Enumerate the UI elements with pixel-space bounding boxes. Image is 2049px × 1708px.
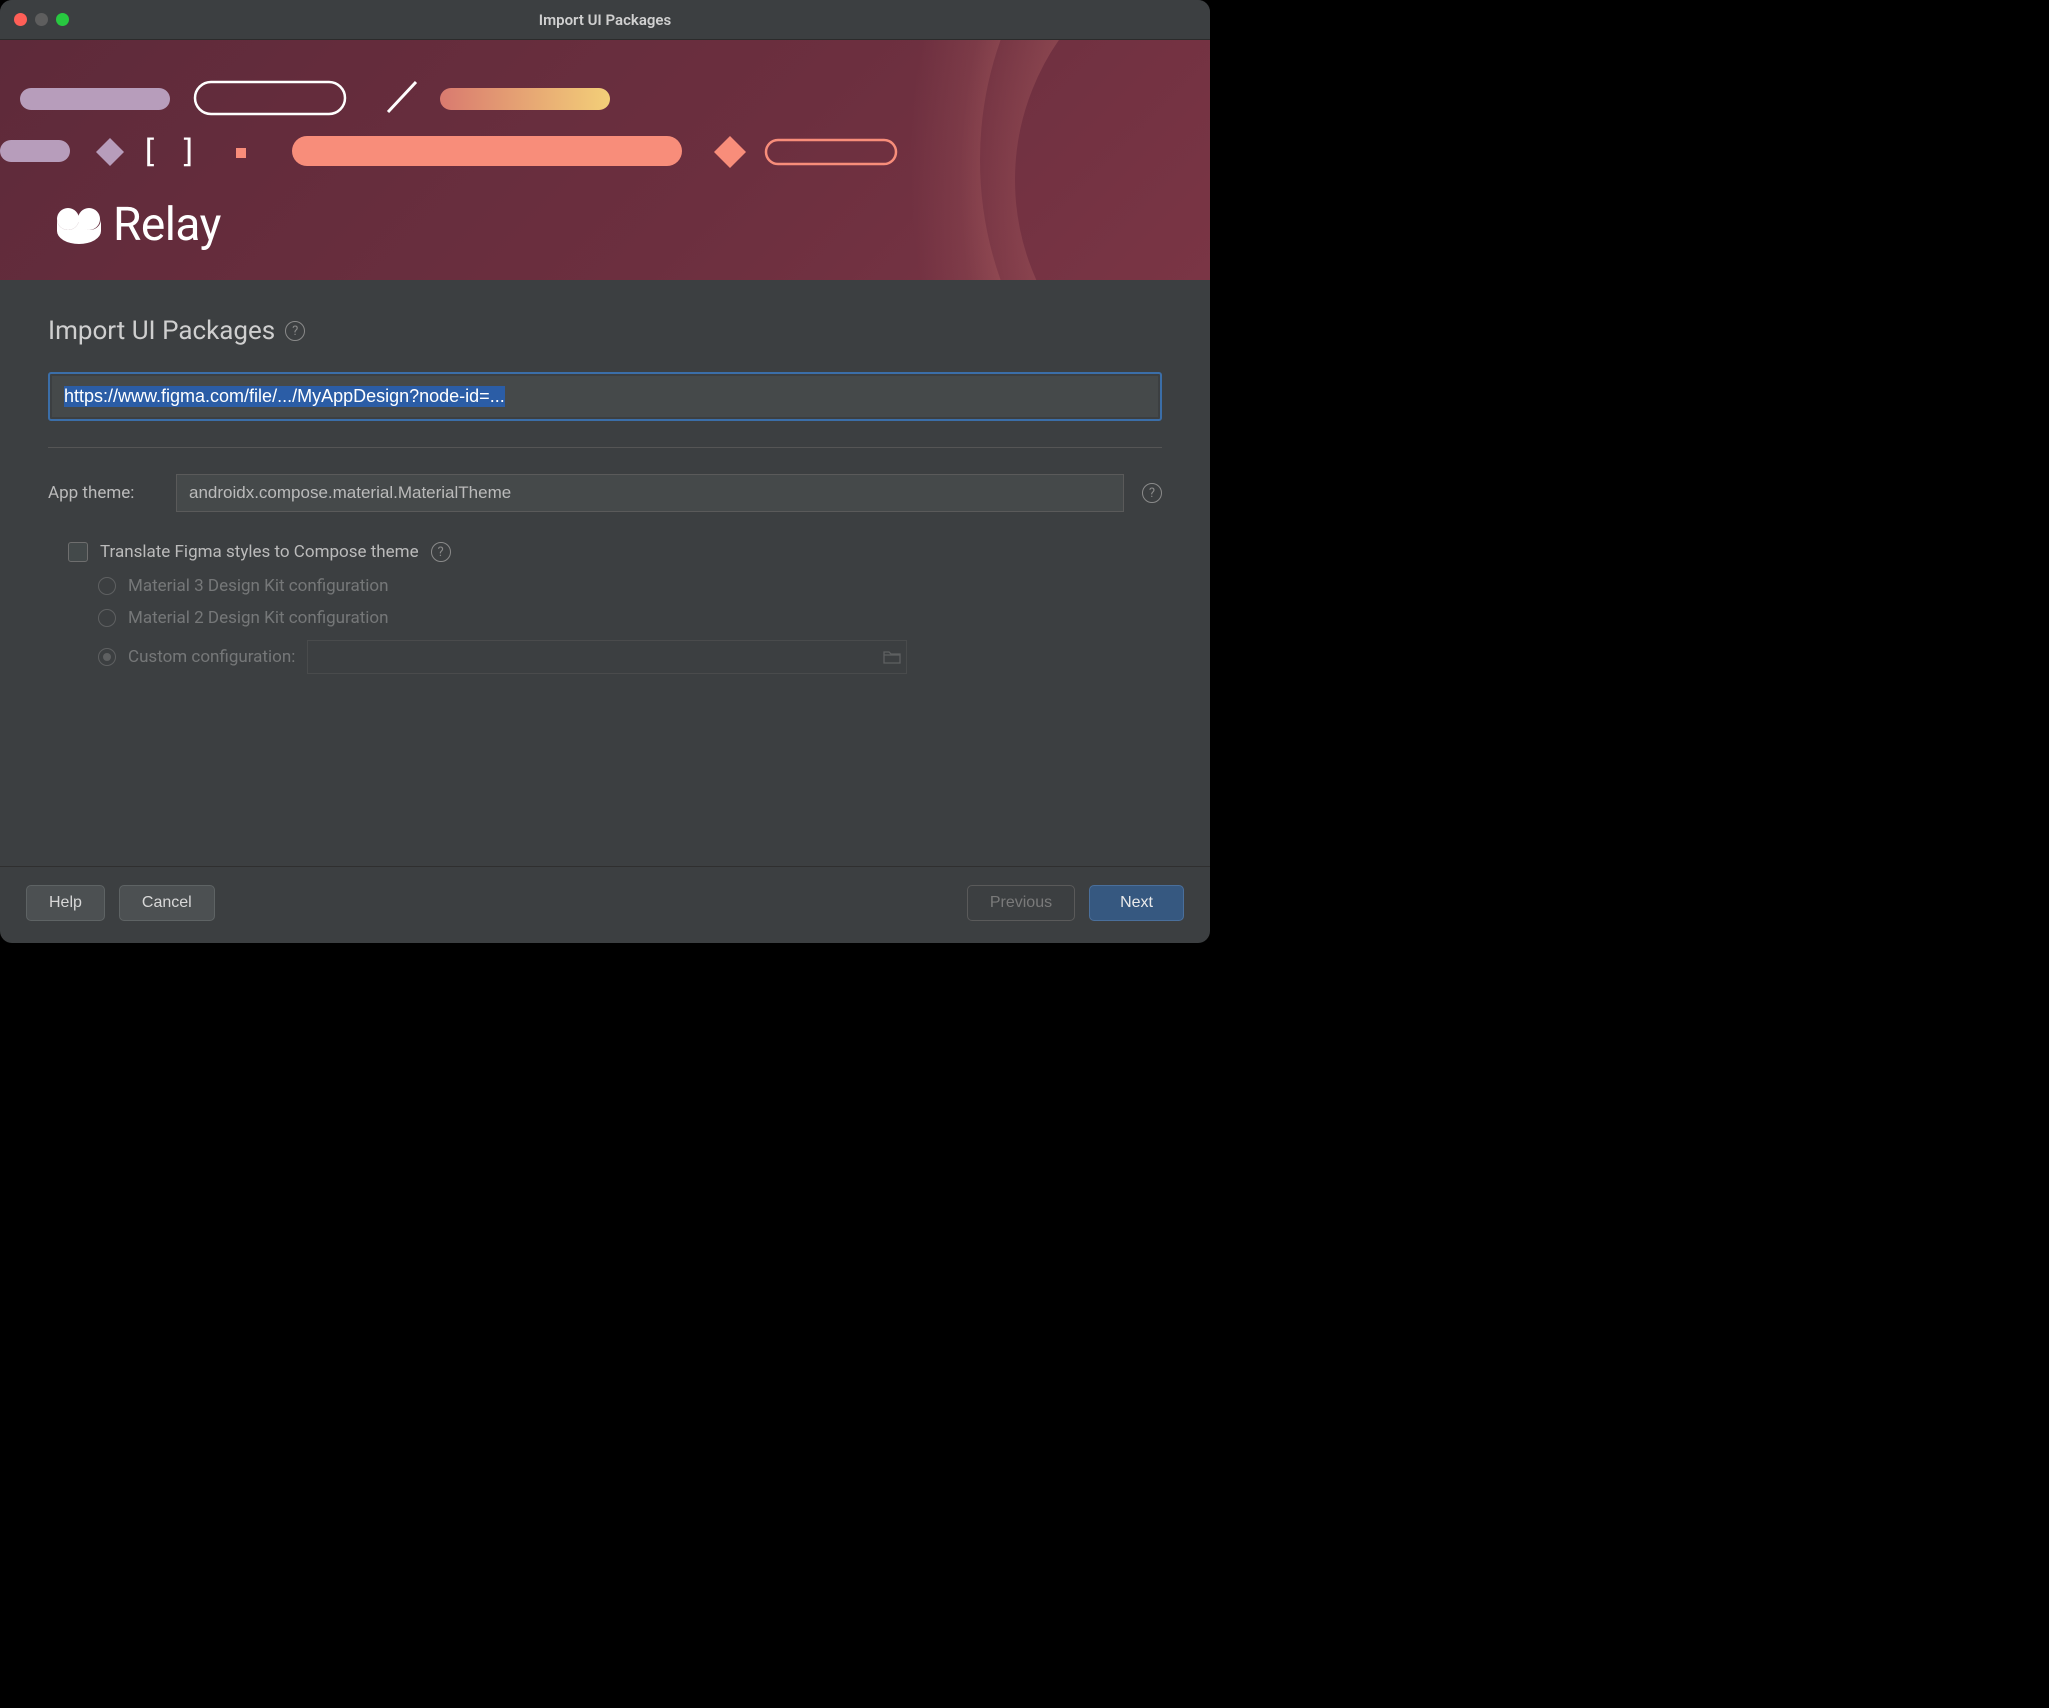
window-title: Import UI Packages — [0, 11, 1210, 29]
minimize-window-icon — [35, 13, 48, 26]
config-radio-group: Material 3 Design Kit configuration Mate… — [98, 576, 1162, 674]
maximize-window-icon[interactable] — [56, 13, 69, 26]
translate-styles-checkbox[interactable] — [68, 542, 88, 562]
custom-config-radio — [98, 648, 116, 666]
next-button[interactable]: Next — [1089, 885, 1184, 921]
material2-radio-label: Material 2 Design Kit configuration — [128, 608, 389, 628]
dialog-content: Import UI Packages ? App theme: ? Transl… — [0, 280, 1210, 866]
help-icon[interactable]: ? — [285, 321, 305, 341]
page-title: Import UI Packages — [48, 316, 275, 346]
material2-radio — [98, 609, 116, 627]
divider — [48, 447, 1162, 448]
previous-button: Previous — [967, 885, 1075, 921]
dialog-window: Import UI Packages [ ] — [0, 0, 1210, 943]
material3-radio-label: Material 3 Design Kit configuration — [128, 576, 389, 596]
custom-config-radio-label: Custom configuration: — [128, 647, 295, 667]
help-button[interactable]: Help — [26, 885, 105, 921]
help-icon[interactable]: ? — [1142, 483, 1162, 503]
relay-logo-icon — [55, 206, 103, 244]
cancel-button[interactable]: Cancel — [119, 885, 215, 921]
material3-radio — [98, 577, 116, 595]
relay-logo-text: Relay — [113, 198, 221, 252]
titlebar: Import UI Packages — [0, 0, 1210, 40]
translate-styles-label: Translate Figma styles to Compose theme — [100, 542, 419, 562]
svg-text:[ ]: [ ] — [140, 132, 198, 170]
app-theme-input[interactable] — [176, 474, 1124, 512]
relay-logo: Relay — [55, 198, 221, 252]
window-controls — [14, 13, 69, 26]
dialog-footer: Help Cancel Previous Next — [0, 866, 1210, 943]
custom-config-path-input — [308, 644, 878, 671]
help-icon[interactable]: ? — [431, 542, 451, 562]
figma-url-field-wrapper — [48, 372, 1162, 421]
folder-icon — [878, 650, 906, 664]
custom-config-path-field — [307, 640, 907, 674]
banner: [ ] — [0, 40, 1210, 280]
figma-url-input[interactable] — [52, 376, 1158, 417]
close-window-icon[interactable] — [14, 13, 27, 26]
app-theme-label: App theme: — [48, 483, 158, 503]
